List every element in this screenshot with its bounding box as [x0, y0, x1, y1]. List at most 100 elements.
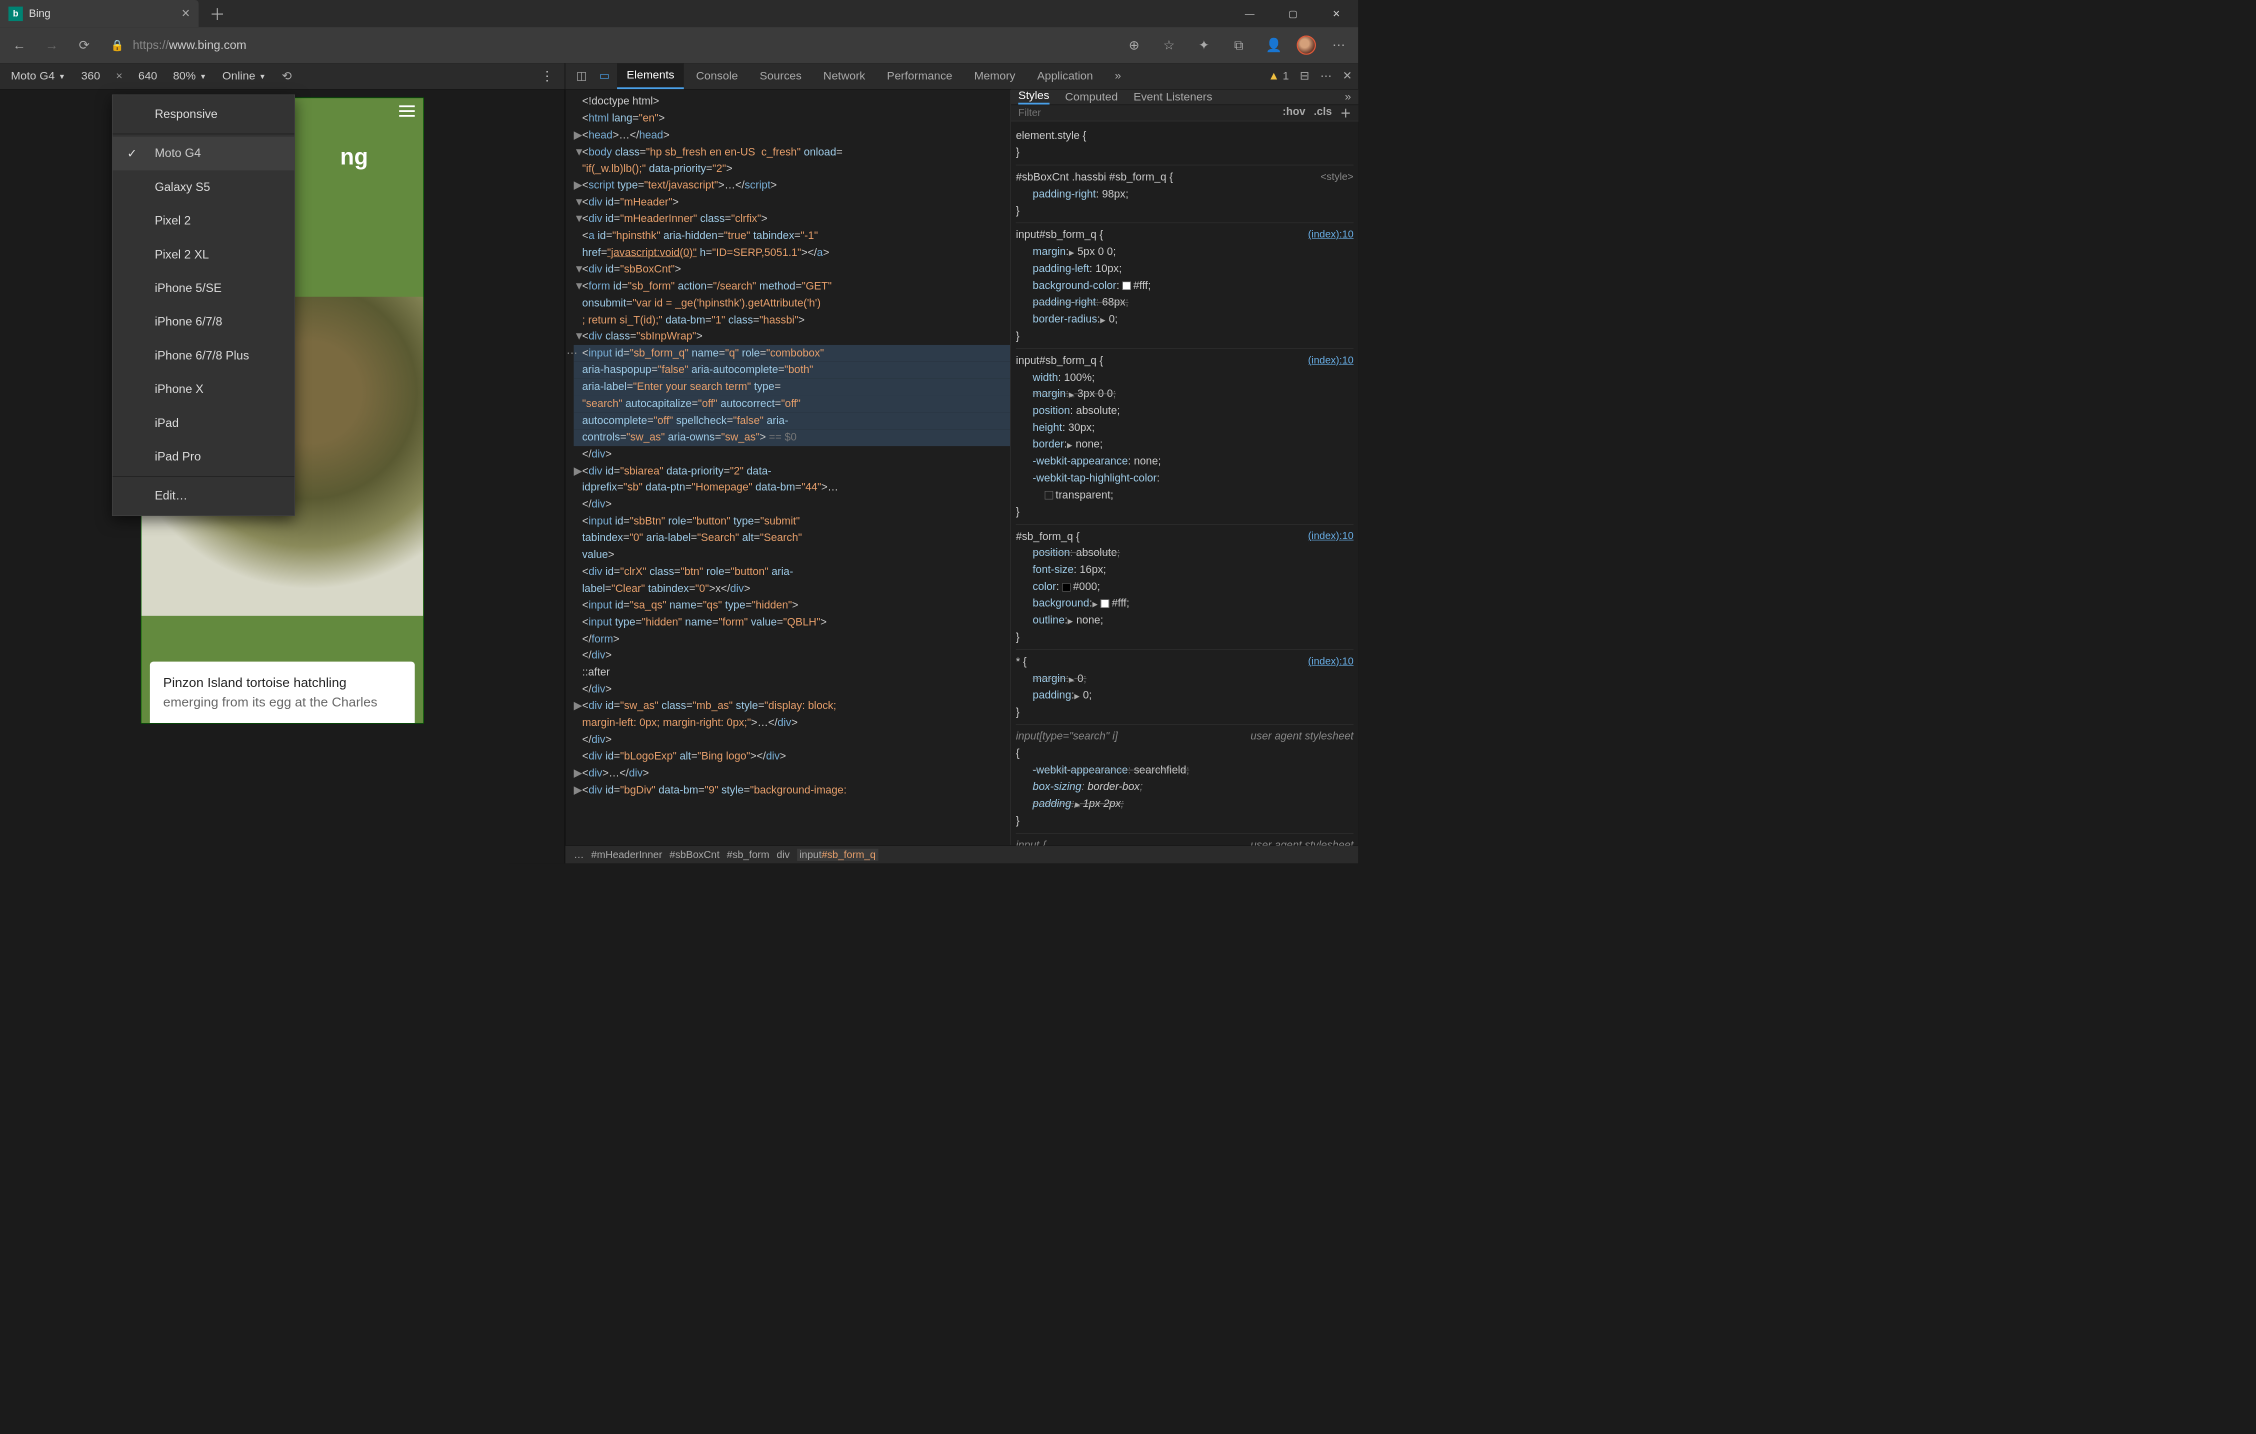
device-option-edit-[interactable]: Edit… — [113, 479, 295, 513]
dom-node[interactable]: </div> — [574, 496, 1010, 513]
dom-node[interactable]: "if(_w.lb)lb();" data-priority="2"> — [574, 160, 1010, 177]
dom-node[interactable]: ▼<form id="sb_form" action="/search" met… — [574, 278, 1010, 295]
dom-node[interactable]: ▶<script type="text/javascript">…</scrip… — [574, 177, 1010, 194]
dom-node[interactable]: <input id="sa_qs" name="qs" type="hidden… — [574, 597, 1010, 614]
devtools-tab-memory[interactable]: Memory — [964, 63, 1025, 89]
styles-tab-event-listeners[interactable]: Event Listeners — [1133, 91, 1212, 104]
favorite-icon[interactable]: ☆ — [1157, 33, 1181, 57]
device-option-galaxy-s5[interactable]: Galaxy S5 — [113, 170, 295, 204]
dom-node[interactable]: <html lang="en"> — [574, 110, 1010, 127]
dom-node[interactable]: ▼<div id="mHeader"> — [574, 194, 1010, 211]
dom-node[interactable]: </div> — [574, 731, 1010, 748]
breadcrumb-item[interactable]: #mHeaderInner — [591, 849, 662, 861]
minimize-button[interactable]: — — [1228, 0, 1271, 27]
breadcrumb-item[interactable]: #sbBoxCnt — [669, 849, 719, 861]
elements-breadcrumb[interactable]: … #mHeaderInner #sbBoxCnt #sb_form div input#… — [565, 845, 1358, 863]
device-option-iphone-6-7-8[interactable]: iPhone 6/7/8 — [113, 305, 295, 339]
css-rule[interactable]: * {(index):10margin:▶ 0;padding:▶ 0;} — [1016, 650, 1354, 725]
styles-tab-styles[interactable]: Styles — [1018, 90, 1049, 105]
devtools-tab-application[interactable]: Application — [1027, 63, 1102, 89]
breadcrumb-item[interactable]: … — [574, 849, 584, 861]
dom-node[interactable]: "search" autocapitalize="off" autocorrec… — [574, 396, 1010, 413]
devtools-tab-network[interactable]: Network — [814, 63, 875, 89]
dom-node[interactable]: <input type="hidden" name="form" value="… — [574, 614, 1010, 631]
dom-node[interactable]: ▼<div id="sbBoxCnt"> — [574, 261, 1010, 278]
dom-node[interactable]: </form> — [574, 631, 1010, 648]
css-rule[interactable]: #sb_form_q {(index):10position: absolute… — [1016, 525, 1354, 650]
dom-node[interactable]: margin-left: 0px; margin-right: 0px;">…<… — [574, 715, 1010, 732]
styles-tab-computed[interactable]: Computed — [1065, 91, 1118, 104]
breadcrumb-item[interactable]: input#sb_form_q — [797, 849, 878, 861]
device-option-moto-g4[interactable]: ✓Moto G4 — [113, 137, 295, 171]
dom-node[interactable]: ▶<div id="bgDiv" data-bm="9" style="back… — [574, 782, 1010, 799]
refresh-button[interactable]: ⟳ — [72, 33, 96, 57]
dom-node[interactable]: tabindex="0" aria-label="Search" alt="Se… — [574, 530, 1010, 547]
rotate-icon[interactable]: ⟲ — [282, 69, 292, 84]
dom-node[interactable]: ▶<div id="sw_as" class="mb_as" style="di… — [574, 698, 1010, 715]
cls-toggle[interactable]: .cls — [1314, 105, 1332, 121]
search-icon[interactable]: ⊕ — [1122, 33, 1146, 57]
hov-toggle[interactable]: :hov — [1282, 105, 1305, 121]
device-option-iphone-6-7-8-plus[interactable]: iPhone 6/7/8 Plus — [113, 339, 295, 373]
styles-rules[interactable]: element.style {}#sbBoxCnt .hassbi #sb_fo… — [1011, 122, 1358, 846]
back-button[interactable]: ← — [7, 33, 31, 57]
close-devtools-icon[interactable]: ✕ — [1343, 69, 1353, 83]
dom-node[interactable]: label="Clear" tabindex="0">x</div> — [574, 580, 1010, 597]
device-toolbar-more-icon[interactable]: ⋮ — [541, 68, 554, 84]
new-tab-button[interactable]: ＋ — [209, 2, 225, 24]
device-width[interactable]: 360 — [81, 70, 100, 83]
dom-node[interactable]: ▶<div>…</div> — [574, 765, 1010, 782]
styles-filter-input[interactable] — [1018, 107, 1282, 119]
dom-node[interactable]: value> — [574, 547, 1010, 564]
dom-node[interactable]: </div> — [574, 647, 1010, 664]
dom-node[interactable]: ▼<div class="sbInpWrap"> — [574, 328, 1010, 345]
device-option-pixel-2[interactable]: Pixel 2 — [113, 204, 295, 238]
css-rule[interactable]: input#sb_form_q {(index):10margin:▶ 5px … — [1016, 224, 1354, 349]
collections-icon[interactable]: ⧉ — [1227, 33, 1251, 57]
menu-icon[interactable]: ⋯ — [1327, 33, 1351, 57]
dom-node[interactable]: controls="sw_as" aria-owns="sw_as"> == $… — [574, 429, 1010, 446]
css-rule[interactable]: #sbBoxCnt .hassbi #sb_form_q {<style>pad… — [1016, 165, 1354, 223]
dom-node[interactable]: ▼<div id="mHeaderInner" class="clrfix"> — [574, 211, 1010, 228]
dom-node[interactable]: ▶<div id="sbiarea" data-priority="2" dat… — [574, 463, 1010, 480]
device-option-pixel-2-xl[interactable]: Pixel 2 XL — [113, 238, 295, 272]
dom-node[interactable]: aria-haspopup="false" aria-autocomplete=… — [574, 362, 1010, 379]
forward-button[interactable]: → — [40, 33, 64, 57]
issues-badge[interactable]: ▲ 1 — [1268, 70, 1289, 83]
css-rule[interactable]: input#sb_form_q {(index):10width: 100%;m… — [1016, 349, 1354, 525]
person-icon[interactable]: 👤 — [1262, 33, 1286, 57]
devtools-tab-performance[interactable]: Performance — [877, 63, 962, 89]
dom-node[interactable]: autocomplete="off" spellcheck="false" ar… — [574, 412, 1010, 429]
zoom-select[interactable]: 80% ▼ — [173, 70, 207, 83]
console-toggle-icon[interactable]: ⊟ — [1300, 69, 1310, 83]
devtools-tab-console[interactable]: Console — [686, 63, 747, 89]
dom-node[interactable]: href="javascript:void(0)" h="ID=SERP,505… — [574, 244, 1010, 261]
close-tab-icon[interactable]: ✕ — [181, 7, 190, 20]
device-option-ipad-pro[interactable]: iPad Pro — [113, 440, 295, 474]
profile-avatar[interactable] — [1297, 36, 1316, 55]
maximize-button[interactable]: ▢ — [1271, 0, 1314, 27]
dom-node[interactable]: ; return si_T(id);" data-bm="1" class="h… — [574, 312, 1010, 329]
css-rule[interactable]: input {user agent stylesheet-webkit-writ… — [1016, 834, 1354, 846]
dom-node[interactable]: ::after — [574, 664, 1010, 681]
dom-node[interactable]: <div id="clrX" class="btn" role="button"… — [574, 563, 1010, 580]
dom-node[interactable]: <div id="bLogoExp" alt="Bing logo"></div… — [574, 748, 1010, 765]
breadcrumb-item[interactable]: #sb_form — [727, 849, 770, 861]
device-option-ipad[interactable]: iPad — [113, 406, 295, 440]
hamburger-icon[interactable] — [399, 105, 415, 116]
styles-more-icon[interactable]: » — [1345, 91, 1351, 104]
more-tabs-icon[interactable]: » — [1105, 63, 1131, 89]
browser-tab[interactable]: b Bing ✕ — [0, 0, 199, 27]
device-option-iphone-x[interactable]: iPhone X — [113, 373, 295, 407]
dom-node[interactable]: aria-label="Enter your search term" type… — [574, 379, 1010, 396]
dom-node[interactable]: </div> — [574, 446, 1010, 463]
favorites-bar-icon[interactable]: ✦ — [1192, 33, 1216, 57]
breadcrumb-item[interactable]: div — [777, 849, 790, 861]
device-select[interactable]: Moto G4 ▼ — [11, 70, 66, 83]
inspect-icon[interactable]: ◫ — [571, 69, 591, 83]
devtools-tab-sources[interactable]: Sources — [750, 63, 811, 89]
dom-node[interactable]: <a id="hpinsthk" aria-hidden="true" tabi… — [574, 228, 1010, 245]
dom-node[interactable]: ▶<head>…</head> — [574, 127, 1010, 144]
dom-node[interactable]: idprefix="sb" data-ptn="Homepage" data-b… — [574, 479, 1010, 496]
dom-node[interactable]: <input id="sbBtn" role="button" type="su… — [574, 513, 1010, 530]
